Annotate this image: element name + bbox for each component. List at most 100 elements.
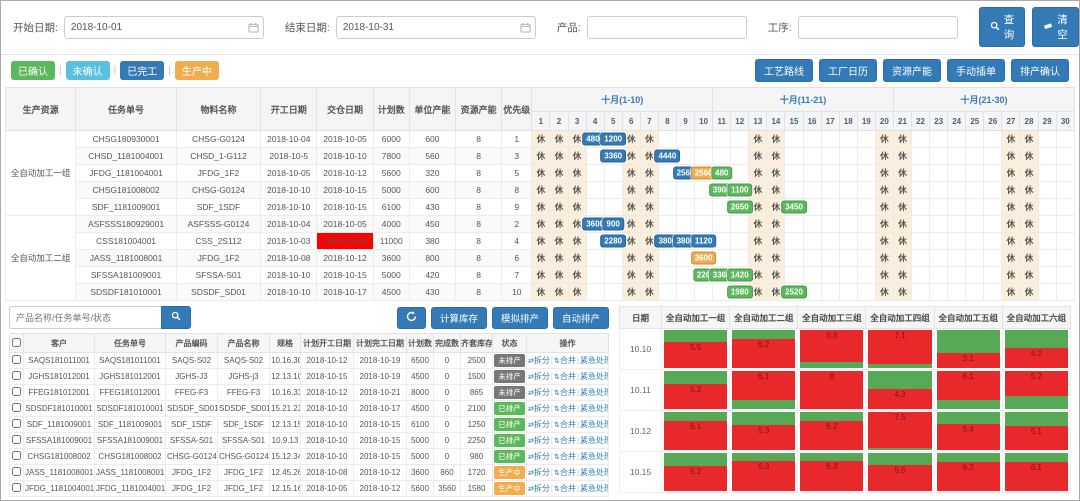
task-search-input[interactable]	[9, 306, 161, 329]
done-qty-cell: 0	[434, 353, 461, 369]
calc-inventory-button[interactable]: 计算库存	[431, 307, 487, 329]
load-cell: 4.3	[866, 370, 934, 411]
op-merge-link[interactable]: ⇅合并	[554, 452, 576, 461]
gantt-bar[interactable]: 1980	[727, 286, 753, 299]
gantt-bar[interactable]: 3450	[781, 201, 807, 214]
gantt-day-cell: 休	[550, 165, 568, 182]
process-input[interactable]	[798, 16, 958, 39]
gantt-bar[interactable]: 900	[603, 218, 624, 231]
op-urgent-link[interactable]: 紧急处理	[580, 436, 609, 445]
gantt-bar[interactable]: 3600	[691, 252, 717, 265]
op-split-link[interactable]: ⇄拆分	[528, 372, 550, 381]
load-used-bar: 4.2	[1005, 348, 1068, 368]
end-date-input[interactable]	[336, 16, 536, 39]
process-route-button[interactable]: 工艺路线	[755, 59, 813, 82]
op-urgent-link[interactable]: 紧急处理	[580, 372, 609, 381]
row-checkbox[interactable]	[12, 451, 21, 460]
ops-separator: |	[551, 468, 553, 477]
gantt-day-cell	[695, 148, 713, 165]
calendar-icon[interactable]	[248, 22, 259, 33]
gantt-day-cell	[839, 148, 857, 165]
row-checkbox[interactable]	[12, 419, 21, 428]
op-split-link[interactable]: ⇄拆分	[528, 452, 550, 461]
order-cell: CHSG181008002	[95, 449, 166, 465]
gantt-day-cell	[586, 165, 604, 182]
op-merge-link[interactable]: ⇅合并	[554, 372, 576, 381]
op-merge-link[interactable]: ⇅合并	[554, 484, 576, 493]
product-input[interactable]	[587, 16, 747, 39]
start-date-input[interactable]	[64, 16, 264, 39]
op-split-link[interactable]: ⇄拆分	[528, 436, 550, 445]
clear-button[interactable]: 清空	[1032, 7, 1079, 47]
resource-capacity-cell: 8	[456, 233, 502, 250]
order-cell: JASS_1181008001	[95, 465, 166, 481]
op-split-link[interactable]: ⇄拆分	[528, 404, 550, 413]
op-split-link[interactable]: ⇄拆分	[528, 484, 550, 493]
op-merge-link[interactable]: ⇅合并	[554, 356, 576, 365]
row-checkbox[interactable]	[12, 371, 21, 380]
op-urgent-link[interactable]: 紧急处理	[580, 484, 609, 493]
gantt-bar[interactable]: 3360	[600, 150, 626, 163]
op-urgent-link[interactable]: 紧急处理	[580, 420, 609, 429]
op-split-link[interactable]: ⇄拆分	[528, 388, 550, 397]
op-split-link[interactable]: ⇄拆分	[528, 420, 550, 429]
load-group-header: 全自动加工五组	[934, 307, 1002, 329]
simulate-schedule-button[interactable]: 模拟排产	[492, 307, 548, 329]
query-button[interactable]: 查询	[979, 7, 1026, 47]
op-split-link[interactable]: ⇄拆分	[528, 468, 550, 477]
op-urgent-link[interactable]: 紧急处理	[580, 452, 609, 461]
row-select-cell	[10, 369, 24, 385]
gantt-bar[interactable]: 1100	[727, 184, 752, 197]
select-all-checkbox[interactable]	[12, 338, 21, 347]
load-bar-stack: 6.2	[800, 412, 863, 450]
query-button-label: 查询	[1004, 12, 1015, 42]
stock-cell: 980	[461, 449, 493, 465]
material-name-cell: JFDG_1F2	[176, 250, 260, 267]
op-merge-link[interactable]: ⇅合并	[554, 420, 576, 429]
op-urgent-link[interactable]: 紧急处理	[580, 356, 609, 365]
gantt-bar[interactable]: 1200	[600, 133, 626, 146]
gantt-bar[interactable]: 1120	[691, 235, 716, 248]
load-free-bar	[1005, 330, 1068, 348]
gantt-bar[interactable]: 2280	[600, 235, 626, 248]
auto-schedule-button[interactable]: 自动排产	[553, 307, 609, 329]
resource-capacity-button[interactable]: 资源产能	[883, 59, 941, 82]
task-search-button[interactable]	[161, 306, 191, 329]
gantt-day-cell	[1056, 267, 1074, 284]
merge-icon: ⇅	[554, 470, 560, 477]
op-split-link[interactable]: ⇄拆分	[528, 356, 550, 365]
gantt-bar[interactable]: 4440	[655, 150, 681, 163]
op-urgent-link[interactable]: 紧急处理	[580, 468, 609, 477]
ops-separator: |	[577, 356, 579, 365]
op-merge-link[interactable]: ⇅合并	[554, 388, 576, 397]
gantt-day-cell	[731, 148, 749, 165]
gantt-day-cell: 休	[550, 284, 568, 301]
row-checkbox[interactable]	[12, 483, 21, 492]
gantt-table: 生产资源任务单号物料名称开工日期交仓日期计划数单位产能资源产能优先级十月(1-1…	[5, 87, 1075, 301]
gantt-day-cell	[857, 216, 875, 233]
schedule-confirm-button[interactable]: 排产确认	[1011, 59, 1069, 82]
row-checkbox[interactable]	[12, 403, 21, 412]
gantt-day-cell	[1038, 250, 1056, 267]
row-checkbox[interactable]	[12, 387, 21, 396]
op-urgent-link[interactable]: 紧急处理	[580, 388, 609, 397]
manual-insert-button[interactable]: 手动插单	[947, 59, 1005, 82]
gantt-bar[interactable]: 480	[711, 167, 732, 180]
ops-separator: |	[551, 404, 553, 413]
op-merge-link[interactable]: ⇅合并	[554, 468, 576, 477]
gantt-day-cell: 休	[568, 165, 586, 182]
gantt-bar[interactable]: 2520	[781, 286, 807, 299]
op-merge-link[interactable]: ⇅合并	[554, 404, 576, 413]
done-qty-cell: 0	[434, 433, 461, 449]
row-checkbox[interactable]	[12, 355, 21, 364]
factory-calendar-button[interactable]: 工厂日历	[819, 59, 877, 82]
refresh-button[interactable]	[397, 307, 426, 329]
row-checkbox[interactable]	[12, 435, 21, 444]
op-urgent-link[interactable]: 紧急处理	[580, 404, 609, 413]
calendar-icon[interactable]	[520, 22, 531, 33]
gantt-bar[interactable]: 1420	[727, 269, 753, 282]
plan-start-cell: 2018-10-15	[301, 369, 354, 385]
op-merge-link[interactable]: ⇅合并	[554, 436, 576, 445]
gantt-bar[interactable]: 2650	[727, 201, 753, 214]
row-checkbox[interactable]	[12, 467, 21, 476]
